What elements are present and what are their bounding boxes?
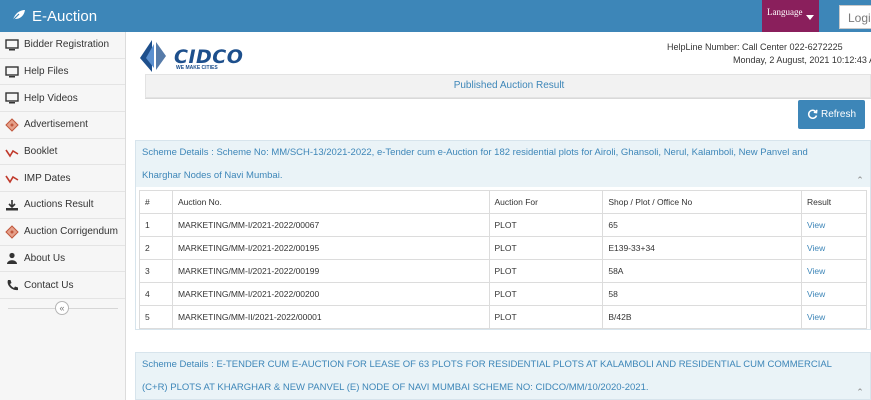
unit-number: 58 [602, 282, 803, 306]
sidebar-item-imp-dates[interactable]: IMP Dates [0, 165, 125, 193]
sidebar-item-label: Help Videos [24, 92, 78, 104]
helpline-number: HelpLine Number: Call Center 022-6272225 [667, 42, 843, 52]
leaf-icon [12, 8, 32, 25]
divider [145, 98, 871, 99]
sidebar: Bidder Registration Help Files Help Vide… [0, 32, 126, 400]
sidebar-collapse-button[interactable]: « [55, 301, 69, 315]
auction-number: MARKETING/MM-I/2021-2022/00067 [171, 213, 490, 237]
column-header: Auction For [488, 190, 604, 214]
sidebar-item-bidder-registration[interactable]: Bidder Registration [0, 32, 125, 59]
scheme-panel: Scheme Details : E-TENDER CUM E-AUCTION … [135, 352, 871, 400]
sidebar-item-label: Auctions Result [24, 199, 94, 211]
auction-number: MARKETING/MM-I/2021-2022/00200 [171, 282, 490, 306]
table-row: 2 MARKETING/MM-I/2021-2022/00195 PLOT E1… [139, 236, 867, 260]
view-result-link[interactable]: View [801, 282, 867, 306]
sidebar-item-help-videos[interactable]: Help Videos [0, 85, 125, 113]
tag-icon [4, 118, 20, 132]
chart-icon [4, 171, 20, 185]
logo-tagline: WE MAKE CITIES [176, 65, 218, 71]
auction-for: PLOT [488, 236, 604, 260]
app-title: E-Auction [32, 7, 98, 25]
table-row: 4 MARKETING/MM-I/2021-2022/00200 PLOT 58… [139, 282, 867, 306]
main-content: CIDCO WE MAKE CITIES HelpLine Number: Ca… [127, 32, 871, 400]
chart-icon [4, 145, 20, 159]
cidco-logo: CIDCO WE MAKE CITIES [136, 38, 246, 74]
sidebar-item-auctions-result[interactable]: Auctions Result [0, 192, 125, 219]
monitor-icon [4, 38, 20, 52]
language-dropdown[interactable]: Language [762, 0, 819, 32]
sidebar-item-auction-corrigendum[interactable]: Auction Corrigendum [0, 219, 125, 246]
sidebar-item-contact-us[interactable]: Contact Us [0, 272, 125, 299]
sidebar-item-label: Auction Corrigendum [24, 226, 118, 238]
auction-number: MARKETING/MM-I/2021-2022/00199 [171, 259, 490, 283]
app-brand[interactable]: E-Auction [12, 0, 97, 32]
unit-number: E139-33+34 [602, 236, 803, 260]
column-header: # [139, 190, 173, 214]
chevron-up-icon[interactable]: ⌃ [853, 169, 867, 185]
view-result-link[interactable]: View [801, 213, 867, 237]
unit-number: 58A [602, 259, 803, 283]
current-datetime: Monday, 2 August, 2021 10:12:43 A [733, 55, 871, 65]
column-header: Result [801, 190, 867, 214]
download-icon [4, 198, 20, 212]
row-number: 2 [139, 236, 173, 260]
app-window: E-Auction Language Login Bidder Registra… [0, 0, 871, 400]
sidebar-item-about-us[interactable]: About Us [0, 246, 125, 273]
auction-for: PLOT [488, 259, 604, 283]
scheme-details-text: Scheme Details : Scheme No: MM/SCH-13/20… [142, 147, 808, 181]
table-row: 1 MARKETING/MM-I/2021-2022/00067 PLOT 65… [139, 213, 867, 237]
scheme-panel: Scheme Details : Scheme No: MM/SCH-13/20… [135, 140, 871, 330]
monitor-icon [4, 91, 20, 105]
language-label: Language [767, 7, 803, 17]
auction-results-table: # Auction No. Auction For Shop / Plot / … [139, 190, 867, 329]
phone-icon [4, 278, 20, 292]
table-row: 5 MARKETING/MM-II/2021-2022/00001 PLOT B… [139, 305, 867, 329]
sidebar-item-help-files[interactable]: Help Files [0, 59, 125, 86]
sidebar-item-label: Advertisement [24, 119, 88, 131]
column-header: Auction No. [171, 190, 490, 214]
page-title-band: Published Auction Result [145, 74, 871, 98]
chevron-up-icon[interactable]: ⌃ [853, 381, 867, 397]
refresh-icon [807, 109, 818, 119]
user-icon [4, 251, 20, 265]
table-row: 3 MARKETING/MM-I/2021-2022/00199 PLOT 58… [139, 259, 867, 283]
refresh-label: Refresh [820, 109, 856, 120]
row-number: 1 [139, 213, 173, 237]
auction-for: PLOT [488, 213, 604, 237]
sidebar-item-label: Contact Us [24, 279, 74, 291]
scheme-details-text: Scheme Details : E-TENDER CUM E-AUCTION … [142, 359, 832, 393]
page-title: Published Auction Result [453, 80, 565, 91]
unit-number: B/42B [602, 305, 803, 329]
column-header: Shop / Plot / Office No [602, 190, 803, 214]
sidebar-item-label: Bidder Registration [24, 39, 110, 51]
auction-for: PLOT [488, 305, 604, 329]
sidebar-item-advertisement[interactable]: Advertisement [0, 112, 125, 139]
view-result-link[interactable]: View [801, 236, 867, 260]
login-button[interactable]: Login [839, 5, 871, 29]
tag-icon [4, 224, 20, 239]
auction-number: MARKETING/MM-I/2021-2022/00195 [171, 236, 490, 260]
unit-number: 65 [602, 213, 803, 237]
sidebar-item-label: IMP Dates [24, 172, 71, 184]
row-number: 3 [139, 259, 173, 283]
table-header-row: # Auction No. Auction For Shop / Plot / … [139, 190, 867, 214]
sidebar-item-label: Booklet [24, 146, 58, 158]
caret-down-icon [806, 15, 814, 20]
scheme-details-header[interactable]: Scheme Details : Scheme No: MM/SCH-13/20… [136, 141, 870, 187]
auction-number: MARKETING/MM-II/2021-2022/00001 [171, 305, 490, 329]
row-number: 5 [139, 305, 173, 329]
view-result-link[interactable]: View [801, 305, 867, 329]
refresh-button[interactable]: Refresh [798, 100, 865, 129]
row-number: 4 [139, 282, 173, 306]
sidebar-item-label: Help Files [24, 66, 69, 78]
top-bar: E-Auction Language Login [0, 0, 871, 32]
monitor-icon [4, 65, 20, 79]
scheme-details-header[interactable]: Scheme Details : E-TENDER CUM E-AUCTION … [136, 353, 870, 399]
sidebar-item-booklet[interactable]: Booklet [0, 139, 125, 166]
sidebar-item-label: About Us [24, 252, 66, 264]
view-result-link[interactable]: View [801, 259, 867, 283]
cidco-emblem-icon [140, 40, 166, 72]
auction-for: PLOT [488, 282, 604, 306]
